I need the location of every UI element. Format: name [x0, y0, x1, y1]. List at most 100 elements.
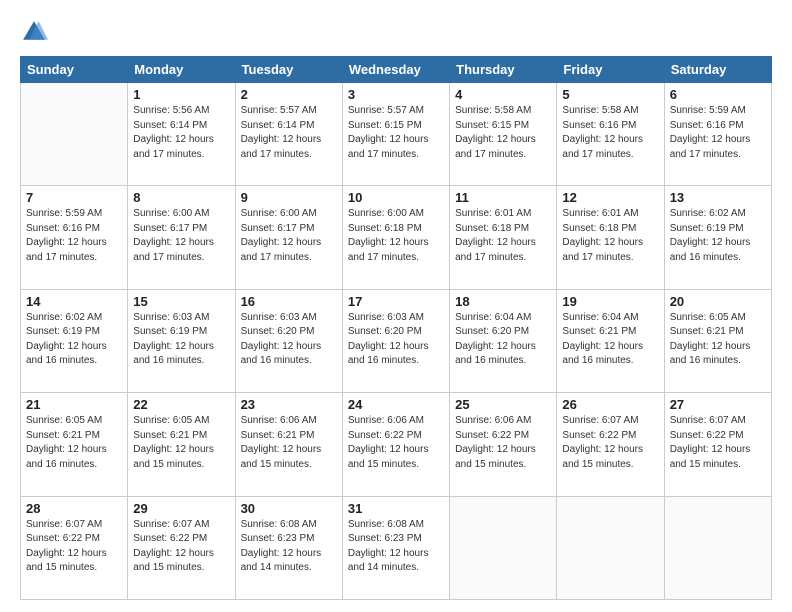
calendar-cell: 30Sunrise: 6:08 AMSunset: 6:23 PMDayligh…: [235, 496, 342, 599]
day-number: 7: [26, 190, 122, 205]
day-number: 16: [241, 294, 337, 309]
day-number: 15: [133, 294, 229, 309]
day-number: 6: [670, 87, 766, 102]
calendar-table: SundayMondayTuesdayWednesdayThursdayFrid…: [20, 56, 772, 600]
header: [20, 18, 772, 46]
calendar-cell: 1Sunrise: 5:56 AMSunset: 6:14 PMDaylight…: [128, 83, 235, 186]
calendar-cell: 27 Sunrise: 6:07 AMSunset: 6:22 PMDayligh…: [664, 393, 771, 496]
day-number: 8: [133, 190, 229, 205]
day-info: Sunrise: 6:04 AMSunset: 6:20 PMDaylight:…: [455, 311, 551, 369]
day-number: 23: [241, 397, 337, 412]
calendar-cell: 23 Sunrise: 6:06 AMSunset: 6:21 PMDayligh…: [235, 393, 342, 496]
day-number: 27: [670, 397, 766, 412]
weekday-header: Thursday: [450, 57, 557, 83]
day-number: 21: [26, 397, 122, 412]
day-info: Sunrise: 5:56 AMSunset: 6:14 PMDaylight:…: [133, 104, 229, 162]
day-number: 5: [562, 87, 658, 102]
calendar-cell: 8 Sunrise: 6:00 AMSunset: 6:17 PMDaylight…: [128, 186, 235, 289]
calendar-cell: 10 Sunrise: 6:00 AMSunset: 6:18 PMDayligh…: [342, 186, 449, 289]
calendar-cell: 11 Sunrise: 6:01 AMSunset: 6:18 PMDayligh…: [450, 186, 557, 289]
day-info: Sunrise: 6:03 AMSunset: 6:20 PMDaylight:…: [348, 311, 444, 369]
day-info: Sunrise: 6:01 AMSunset: 6:18 PMDaylight:…: [562, 207, 658, 265]
day-number: 31: [348, 501, 444, 516]
day-number: 4: [455, 87, 551, 102]
day-number: 25: [455, 397, 551, 412]
calendar-cell: 3 Sunrise: 5:57 AMSunset: 6:15 PMDaylight…: [342, 83, 449, 186]
day-info: Sunrise: 6:00 AMSunset: 6:18 PMDaylight:…: [348, 207, 444, 265]
calendar-cell: 31 Sunrise: 6:08 AMSunset: 6:23 PMDayligh…: [342, 496, 449, 599]
calendar-cell: 18 Sunrise: 6:04 AMSunset: 6:20 PMDayligh…: [450, 289, 557, 392]
calendar-cell: [450, 496, 557, 599]
weekday-header: Sunday: [21, 57, 128, 83]
day-info: Sunrise: 6:07 AMSunset: 6:22 PMDaylight:…: [562, 414, 658, 472]
day-number: 24: [348, 397, 444, 412]
day-number: 28: [26, 501, 122, 516]
calendar-cell: 13 Sunrise: 6:02 AMSunset: 6:19 PMDayligh…: [664, 186, 771, 289]
calendar-cell: 25 Sunrise: 6:06 AMSunset: 6:22 PMDayligh…: [450, 393, 557, 496]
day-info: Sunrise: 6:05 AMSunset: 6:21 PMDaylight:…: [670, 311, 766, 369]
weekday-header: Tuesday: [235, 57, 342, 83]
calendar-cell: 6 Sunrise: 5:59 AMSunset: 6:16 PMDaylight…: [664, 83, 771, 186]
day-info: Sunrise: 6:02 AMSunset: 6:19 PMDaylight:…: [670, 207, 766, 265]
day-info: Sunrise: 5:59 AMSunset: 6:16 PMDaylight:…: [670, 104, 766, 162]
weekday-header-row: SundayMondayTuesdayWednesdayThursdayFrid…: [21, 57, 772, 83]
calendar-cell: 21Sunrise: 6:05 AMSunset: 6:21 PMDayligh…: [21, 393, 128, 496]
calendar-cell: 9 Sunrise: 6:00 AMSunset: 6:17 PMDaylight…: [235, 186, 342, 289]
calendar-cell: [664, 496, 771, 599]
calendar-cell: 4 Sunrise: 5:58 AMSunset: 6:15 PMDaylight…: [450, 83, 557, 186]
page: SundayMondayTuesdayWednesdayThursdayFrid…: [0, 0, 792, 612]
day-info: Sunrise: 5:57 AMSunset: 6:15 PMDaylight:…: [348, 104, 444, 162]
calendar-week-row: 7 Sunrise: 5:59 AMSunset: 6:16 PMDaylight…: [21, 186, 772, 289]
day-info: Sunrise: 5:58 AMSunset: 6:15 PMDaylight:…: [455, 104, 551, 162]
calendar-cell: 12 Sunrise: 6:01 AMSunset: 6:18 PMDayligh…: [557, 186, 664, 289]
calendar-cell: 20 Sunrise: 6:05 AMSunset: 6:21 PMDayligh…: [664, 289, 771, 392]
day-info: Sunrise: 6:00 AMSunset: 6:17 PMDaylight:…: [241, 207, 337, 265]
day-info: Sunrise: 6:02 AMSunset: 6:19 PMDaylight:…: [26, 311, 122, 369]
day-number: 20: [670, 294, 766, 309]
weekday-header: Friday: [557, 57, 664, 83]
day-info: Sunrise: 6:08 AMSunset: 6:23 PMDaylight:…: [348, 518, 444, 576]
day-number: 12: [562, 190, 658, 205]
calendar-week-row: 14Sunrise: 6:02 AMSunset: 6:19 PMDayligh…: [21, 289, 772, 392]
day-info: Sunrise: 6:05 AMSunset: 6:21 PMDaylight:…: [133, 414, 229, 472]
calendar-cell: 19Sunrise: 6:04 AMSunset: 6:21 PMDayligh…: [557, 289, 664, 392]
day-info: Sunrise: 6:06 AMSunset: 6:22 PMDaylight:…: [348, 414, 444, 472]
day-info: Sunrise: 6:00 AMSunset: 6:17 PMDaylight:…: [133, 207, 229, 265]
day-info: Sunrise: 6:03 AMSunset: 6:19 PMDaylight:…: [133, 311, 229, 369]
calendar-cell: 16 Sunrise: 6:03 AMSunset: 6:20 PMDayligh…: [235, 289, 342, 392]
calendar-cell: 2Sunrise: 5:57 AMSunset: 6:14 PMDaylight…: [235, 83, 342, 186]
calendar-week-row: 21 Sunrise: 6:05 AMSunset: 6:21 PMDayligh…: [21, 393, 772, 496]
day-info: Sunrise: 6:01 AMSunset: 6:18 PMDaylight:…: [455, 207, 551, 265]
day-number: 13: [670, 190, 766, 205]
day-number: 10: [348, 190, 444, 205]
day-info: Sunrise: 6:03 AMSunset: 6:20 PMDaylight:…: [241, 311, 337, 369]
day-number: 26: [562, 397, 658, 412]
day-number: 9: [241, 190, 337, 205]
calendar-week-row: 1Sunrise: 5:56 AMSunset: 6:14 PMDaylight…: [21, 83, 772, 186]
calendar-cell: [557, 496, 664, 599]
day-info: Sunrise: 6:07 AMSunset: 6:22 PMDaylight:…: [26, 518, 122, 576]
day-info: Sunrise: 5:57 AMSunset: 6:14 PMDaylight:…: [241, 104, 337, 162]
day-info: Sunrise: 5:59 AMSunset: 6:16 PMDaylight:…: [26, 207, 122, 265]
day-info: Sunrise: 6:07 AMSunset: 6:22 PMDaylight:…: [133, 518, 229, 576]
day-number: 29: [133, 501, 229, 516]
calendar-cell: 14Sunrise: 6:02 AMSunset: 6:19 PMDayligh…: [21, 289, 128, 392]
calendar-cell: 26 Sunrise: 6:07 AMSunset: 6:22 PMDayligh…: [557, 393, 664, 496]
day-number: 3: [348, 87, 444, 102]
calendar-cell: [21, 83, 128, 186]
logo: [20, 18, 52, 46]
weekday-header: Saturday: [664, 57, 771, 83]
weekday-header: Wednesday: [342, 57, 449, 83]
calendar-cell: 29 Sunrise: 6:07 AMSunset: 6:22 PMDayligh…: [128, 496, 235, 599]
day-info: Sunrise: 6:06 AMSunset: 6:22 PMDaylight:…: [455, 414, 551, 472]
calendar-cell: 28 Sunrise: 6:07 AMSunset: 6:22 PMDayligh…: [21, 496, 128, 599]
day-info: Sunrise: 6:07 AMSunset: 6:22 PMDaylight:…: [670, 414, 766, 472]
day-info: Sunrise: 6:06 AMSunset: 6:21 PMDaylight:…: [241, 414, 337, 472]
calendar-cell: 7 Sunrise: 5:59 AMSunset: 6:16 PMDaylight…: [21, 186, 128, 289]
day-number: 18: [455, 294, 551, 309]
calendar-cell: 17Sunrise: 6:03 AMSunset: 6:20 PMDayligh…: [342, 289, 449, 392]
day-number: 11: [455, 190, 551, 205]
logo-icon: [20, 18, 48, 46]
calendar-cell: 15 Sunrise: 6:03 AMSunset: 6:19 PMDayligh…: [128, 289, 235, 392]
calendar-cell: 24 Sunrise: 6:06 AMSunset: 6:22 PMDayligh…: [342, 393, 449, 496]
